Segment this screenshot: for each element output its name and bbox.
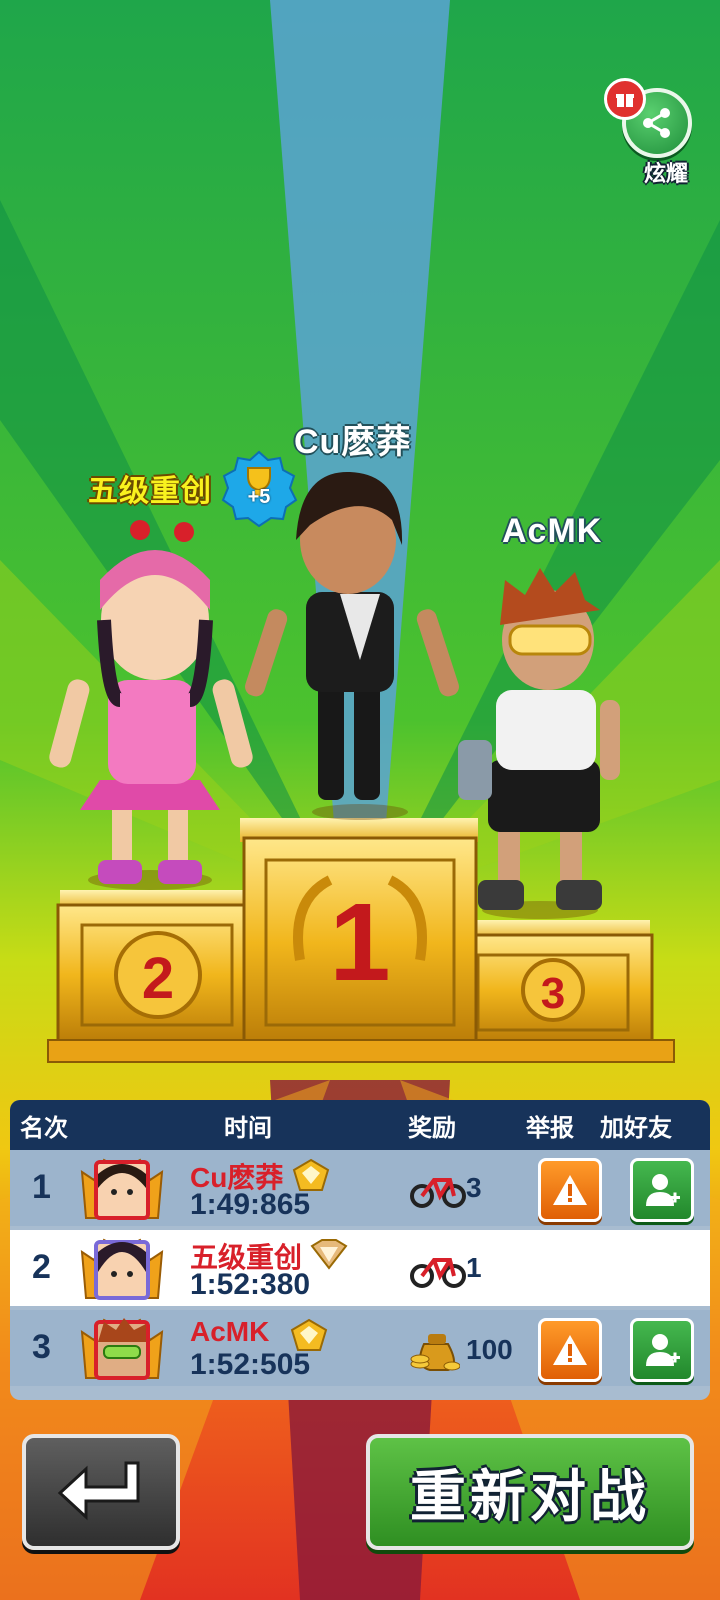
reward-cell: 3 [410, 1166, 530, 1212]
add-friend-button[interactable] [630, 1158, 694, 1222]
table-header: 名次 时间 奖励 举报 加好友 [10, 1100, 710, 1150]
table-row: 1 Cu麽莽 1:49:865 3 [10, 1150, 710, 1226]
header-report: 举报 [526, 1114, 574, 1142]
reward-value: 3 [466, 1172, 482, 1203]
coin-bag-icon [410, 1334, 460, 1371]
header-time: 时间 [224, 1114, 272, 1142]
third-place-name: AcMK [502, 512, 603, 550]
reward-value: 1 [466, 1252, 482, 1283]
finish-time: 1:52:380 [190, 1268, 311, 1301]
back-button[interactable] [22, 1434, 180, 1550]
report-button[interactable] [538, 1318, 602, 1382]
reward-value: 100 [466, 1334, 513, 1365]
finish-time: 1:52:505 [190, 1348, 311, 1381]
warning-icon [553, 1335, 587, 1365]
add-friend-icon [646, 1174, 680, 1206]
rank-emblem-icon [290, 1318, 328, 1351]
finish-time: 1:49:865 [190, 1188, 311, 1221]
share-widget: 炫耀 [602, 78, 702, 188]
warning-icon [553, 1175, 587, 1205]
player-avatar[interactable] [74, 1312, 170, 1388]
table-row: 2 五级重创 1:52:380 1 [10, 1230, 710, 1306]
svg-text:2: 2 [142, 946, 174, 1011]
rank-number: 3 [32, 1328, 51, 1366]
bike-icon [410, 1178, 466, 1208]
reward-cell: 1 [410, 1246, 530, 1292]
report-button[interactable] [538, 1158, 602, 1222]
gift-icon[interactable] [604, 78, 646, 120]
svg-text:3: 3 [541, 969, 565, 1018]
add-friend-button[interactable] [630, 1318, 694, 1382]
player-avatar[interactable] [74, 1232, 170, 1308]
rank-number: 2 [32, 1248, 51, 1286]
header-add-friend: 加好友 [600, 1114, 672, 1142]
svg-text:1: 1 [329, 881, 390, 1004]
rank-emblem-icon [310, 1239, 348, 1270]
trophy-bonus-text: +5 [247, 486, 271, 508]
share-icon [643, 108, 670, 138]
rank-emblem-icon [292, 1158, 330, 1191]
second-place-name: 五级重创 [88, 475, 212, 508]
first-place-name: Cu麽莽 [294, 423, 412, 461]
player-name: AcMK [190, 1316, 270, 1347]
header-reward: 奖励 [408, 1114, 456, 1142]
results-table: 名次 时间 奖励 举报 加好友 1 Cu麽莽 1:49:865 3 2 五级重创… [10, 1100, 710, 1400]
bike-icon [410, 1258, 466, 1288]
rematch-button[interactable]: 重新对战 [366, 1434, 694, 1550]
player-avatar[interactable] [74, 1152, 170, 1228]
rank-number: 1 [32, 1168, 51, 1206]
return-arrow-icon [57, 1461, 140, 1521]
trophy-bonus-badge: +5 [220, 450, 298, 528]
add-friend-icon [646, 1334, 680, 1366]
table-row: 3 AcMK 1:52:505 100 [10, 1310, 710, 1386]
reward-cell: 100 [410, 1326, 530, 1372]
header-rank: 名次 [20, 1114, 68, 1142]
share-label: 炫耀 [643, 161, 688, 186]
